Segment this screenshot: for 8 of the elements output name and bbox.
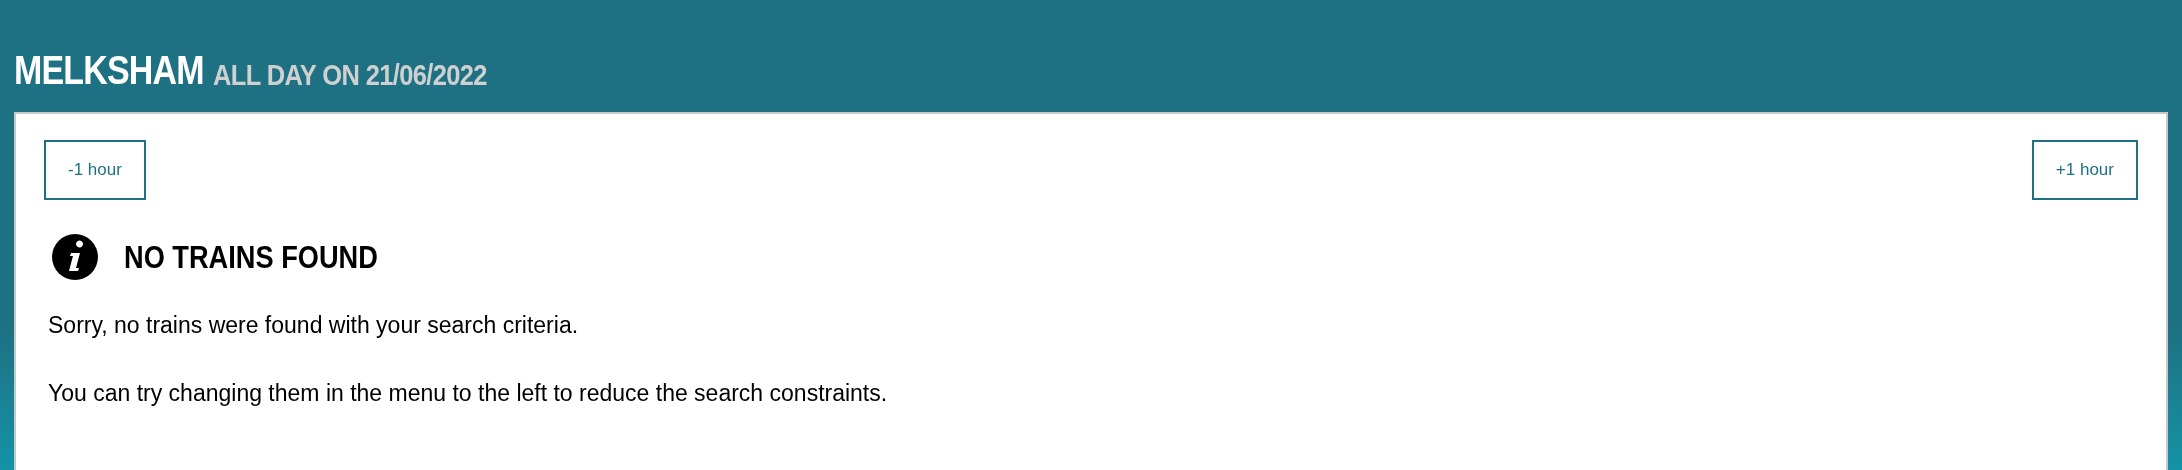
notice-text: You can try changing them in the menu to the left to reduce the search constraints.	[48, 379, 889, 408]
hour-button[interactable]: +1 hour	[2031, 140, 2138, 200]
hour-button[interactable]: -1 hour	[44, 140, 146, 200]
info-icon	[52, 234, 98, 280]
notice-title: NO TRAINS FOUND	[124, 241, 378, 273]
station-title: MELKSHAM	[14, 50, 204, 90]
notice-text: Sorry, no trains were found with your search criteria.	[48, 311, 580, 340]
date-subtitle: ALL DAY ON 21/06/2022	[213, 60, 487, 90]
